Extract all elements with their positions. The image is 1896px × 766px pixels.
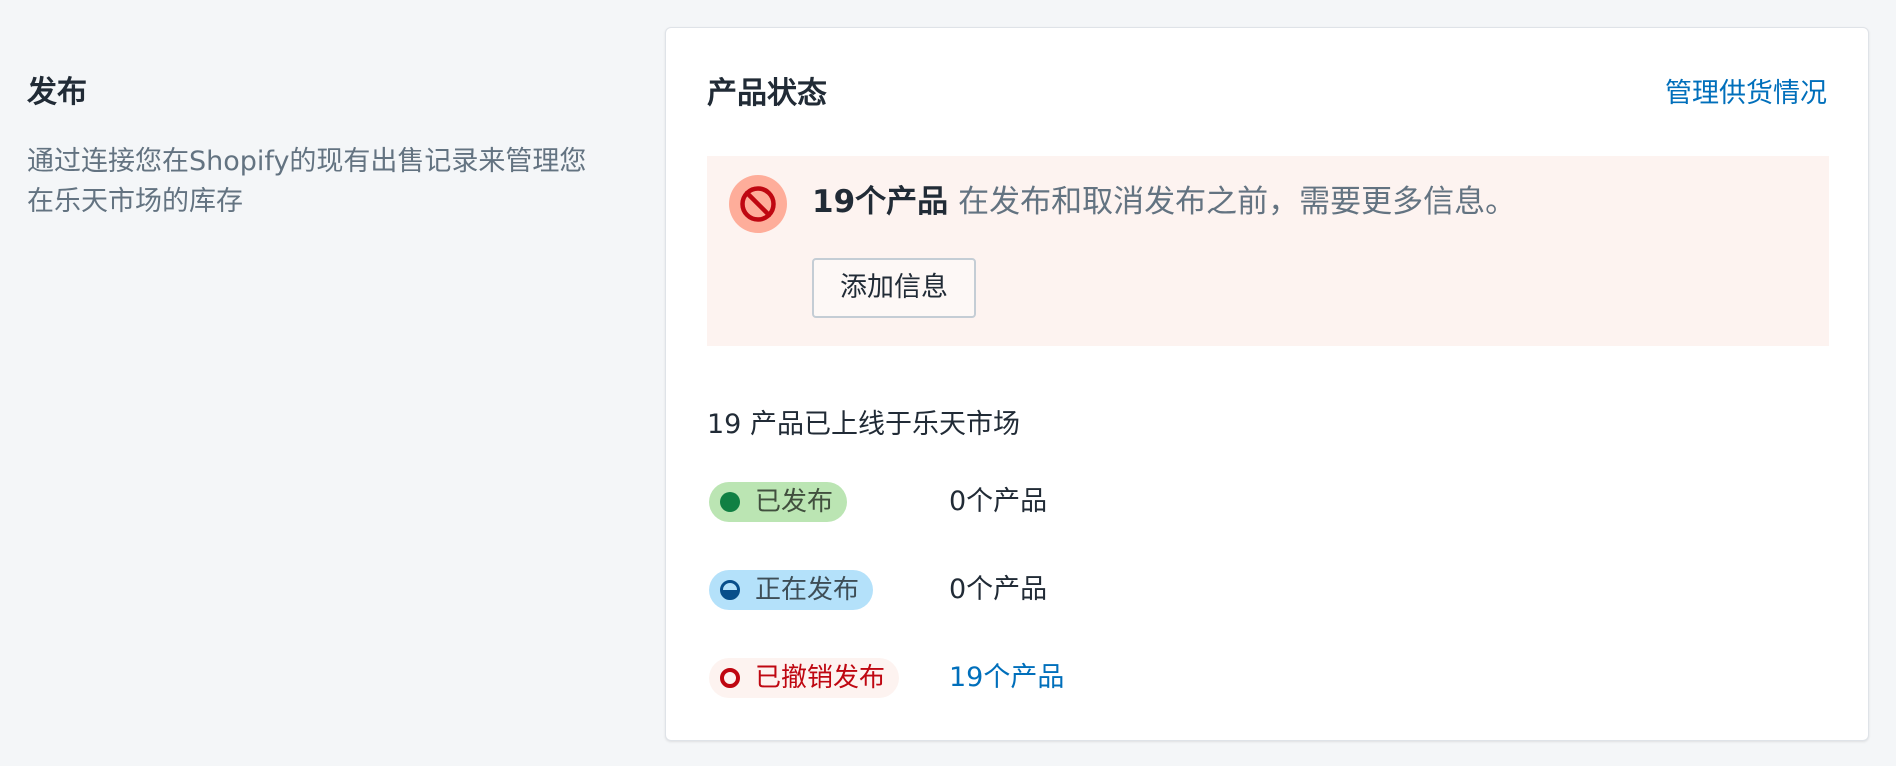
status-row-publishing: 正在发布 0个产品 <box>709 570 1309 610</box>
section-description: 通过连接您在Shopify的现有出售记录来管理您在乐天市场的库存 <box>27 146 587 217</box>
status-badge-publishing: 正在发布 <box>709 570 874 610</box>
status-row-unpublished: 已撤销发布 19个产品 <box>709 658 1309 698</box>
status-badge-label: 已撤销发布 <box>755 663 886 693</box>
publishing-count: 0个产品 <box>949 574 1048 605</box>
unpublished-count-link[interactable]: 19个产品 <box>949 658 1064 698</box>
manage-availability-link[interactable]: 管理供货情况 <box>1665 74 1827 114</box>
card-header: 产品状态 管理供货情况 <box>707 72 1827 116</box>
status-half-dot-icon <box>720 580 740 600</box>
status-badge-label: 正在发布 <box>755 575 860 605</box>
status-badge-label: 已发布 <box>755 487 834 517</box>
section-title: 发布 <box>27 75 87 110</box>
published-count: 0个产品 <box>949 486 1048 517</box>
banner-message-text: 在发布和取消发布之前，需要更多信息。 <box>958 184 1517 220</box>
banner-product-count: 19个产品 <box>812 184 949 220</box>
card-title: 产品状态 <box>707 76 827 111</box>
status-dot-icon <box>720 492 740 512</box>
section-annotation: 发布 通过连接您在Shopify的现有出售记录来管理您在乐天市场的库存 <box>27 70 607 222</box>
status-badge-unpublished: 已撤销发布 <box>709 658 900 698</box>
status-row-published: 已发布 0个产品 <box>709 482 1309 522</box>
live-products-summary: 19 产品已上线于乐天市场 <box>707 409 1020 440</box>
error-banner: 19个产品 在发布和取消发布之前，需要更多信息。 添加信息 <box>707 156 1829 346</box>
status-badge-published: 已发布 <box>709 482 848 522</box>
prohibited-icon <box>729 175 787 233</box>
product-status-card: 产品状态 管理供货情况 19个产品 在发布和取消发布之前，需要更多信息。 添加信息… <box>665 27 1869 741</box>
status-ring-icon <box>720 668 740 688</box>
add-info-button[interactable]: 添加信息 <box>812 258 976 318</box>
banner-message: 19个产品 在发布和取消发布之前，需要更多信息。 <box>812 180 1516 224</box>
